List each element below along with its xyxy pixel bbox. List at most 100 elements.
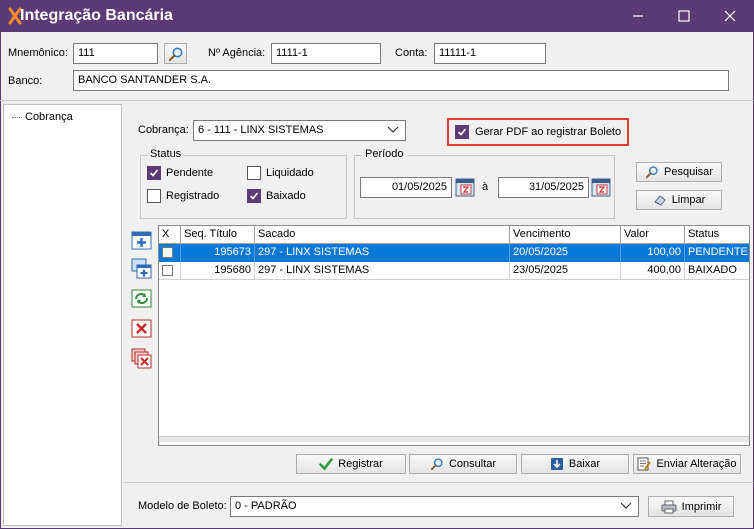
status-registrado-label: Registrado [166,190,220,202]
add-multiple-button[interactable] [131,258,152,279]
modelo-boleto-value: 0 - PADRÃO [235,500,297,512]
consultar-label: Consultar [448,458,497,470]
navigation-tree[interactable]: Cobrança [3,104,122,526]
status-liquidado-label: Liquidado [266,167,314,179]
modelo-boleto-label: Modelo de Boleto: [138,500,227,512]
status-group-title: Status [147,148,185,160]
tree-item-label: Cobrança [25,111,73,123]
column-header-valor[interactable]: Valor [621,226,685,244]
registrar-button[interactable]: Registrar [296,454,406,474]
cell-status: PENDENTE [685,244,749,262]
periodo-ate-input[interactable]: 31/05/2025 [498,177,589,198]
titulos-grid[interactable]: X Seq. Título Sacado Vencimento Valor St… [158,225,750,446]
add-document-icon [131,231,152,250]
cell-sacado: 297 - LINX SISTEMAS [255,244,510,262]
limpar-button[interactable]: Limpar [636,190,722,210]
status-pendente-label: Pendente [166,167,214,179]
window-title: Integração Bancária [20,7,173,24]
magnifier-icon [430,458,443,471]
title-bar[interactable]: Integração Bancária [0,0,754,32]
periodo-separator: à [482,181,489,193]
consultar-button[interactable]: Consultar [409,454,517,474]
tree-item-cobranca[interactable]: Cobrança [12,111,73,123]
cobranca-select-value: 6 - 111 - LINX SISTEMAS [198,124,324,136]
checkbox-unchecked-icon [147,189,161,203]
chevron-down-icon [387,126,399,133]
checkbox-unchecked-icon [162,265,173,276]
pesquisar-label: Pesquisar [664,166,713,178]
status-liquidado-checkbox[interactable]: Liquidado [247,166,314,180]
enviar-alteracao-label: Enviar Alteração [656,458,737,470]
column-header-sacado[interactable]: Sacado [255,226,510,244]
periodo-de-input[interactable]: 01/05/2025 [360,177,452,198]
delete-multiple-button[interactable] [131,348,152,369]
row-select-cell[interactable] [159,262,181,280]
cell-seq-titulo: 195673 [181,244,255,262]
status-baixado-checkbox[interactable]: Baixado [247,189,306,203]
horizontal-scrollbar[interactable] [159,436,749,442]
status-group [140,155,347,219]
column-header-vencimento[interactable]: Vencimento [510,226,621,244]
refresh-button[interactable] [131,288,152,309]
mnemonico-label: Mnemônico: [8,47,68,59]
checkbox-checked-icon [455,125,469,139]
cell-vencimento: 20/05/2025 [510,244,621,262]
delete-multiple-icon [131,348,152,369]
close-icon [724,10,736,22]
column-header-status[interactable]: Status [685,226,749,244]
printer-icon [661,500,677,513]
periodo-ate-calendar-button[interactable] [591,178,611,197]
periodo-de-calendar-button[interactable] [455,178,475,197]
minimize-button[interactable] [615,0,661,32]
conta-input[interactable]: 11111-1 [434,43,546,64]
cell-seq-titulo: 195680 [181,262,255,280]
gerar-pdf-checkbox[interactable]: Gerar PDF ao registrar Boleto [447,118,629,146]
download-icon [550,458,563,470]
cell-status: BAIXADO [685,262,749,280]
add-multiple-icon [131,258,152,279]
close-button[interactable] [707,0,753,32]
cell-sacado: 297 - LINX SISTEMAS [255,262,510,280]
banco-input[interactable]: BANCO SANTANDER S.A. [73,70,729,91]
banco-label: Banco: [8,75,43,87]
modelo-boleto-select[interactable]: 0 - PADRÃO [230,496,639,517]
add-record-button[interactable] [131,230,152,251]
eraser-icon [653,195,666,206]
cell-valor: 100,00 [621,244,685,262]
mnemonico-search-button[interactable] [164,43,187,64]
agencia-input[interactable]: 1111-1 [271,43,381,64]
magnifier-icon [168,47,182,61]
agencia-label: Nº Agência: [208,47,266,59]
maximize-icon [678,10,690,22]
chevron-down-icon [620,502,632,509]
footer-divider [124,482,754,483]
calendar-icon [591,178,611,197]
status-baixado-label: Baixado [266,190,306,202]
imprimir-label: Imprimir [681,500,722,513]
delete-icon [131,319,152,338]
baixar-button[interactable]: Baixar [521,454,629,474]
cobranca-select[interactable]: 6 - 111 - LINX SISTEMAS [193,120,406,141]
pesquisar-button[interactable]: Pesquisar [636,162,722,182]
calendar-icon [455,178,475,197]
column-header-x[interactable]: X [159,226,181,244]
limpar-label: Limpar [671,194,706,206]
status-pendente-checkbox[interactable]: Pendente [147,166,213,180]
imprimir-button[interactable]: Imprimir [648,496,734,517]
maximize-button[interactable] [661,0,707,32]
enviar-alteracao-button[interactable]: Enviar Alteração [633,454,741,474]
column-header-seq-titulo[interactable]: Seq. Título [181,226,255,244]
cell-vencimento: 23/05/2025 [510,262,621,280]
checkbox-checked-icon [247,189,261,203]
minimize-icon [633,15,643,17]
delete-record-button[interactable] [131,318,152,339]
checkbox-checked-icon [147,166,161,180]
conta-label: Conta: [395,47,428,59]
gerar-pdf-label: Gerar PDF ao registrar Boleto [475,126,622,138]
baixar-label: Baixar [568,458,601,470]
magnifier-icon [645,166,658,179]
status-registrado-checkbox[interactable]: Registrado [147,189,219,203]
row-select-cell[interactable] [159,244,181,262]
mnemonico-input[interactable]: 111 [73,43,158,64]
periodo-group-title: Período [362,148,407,160]
